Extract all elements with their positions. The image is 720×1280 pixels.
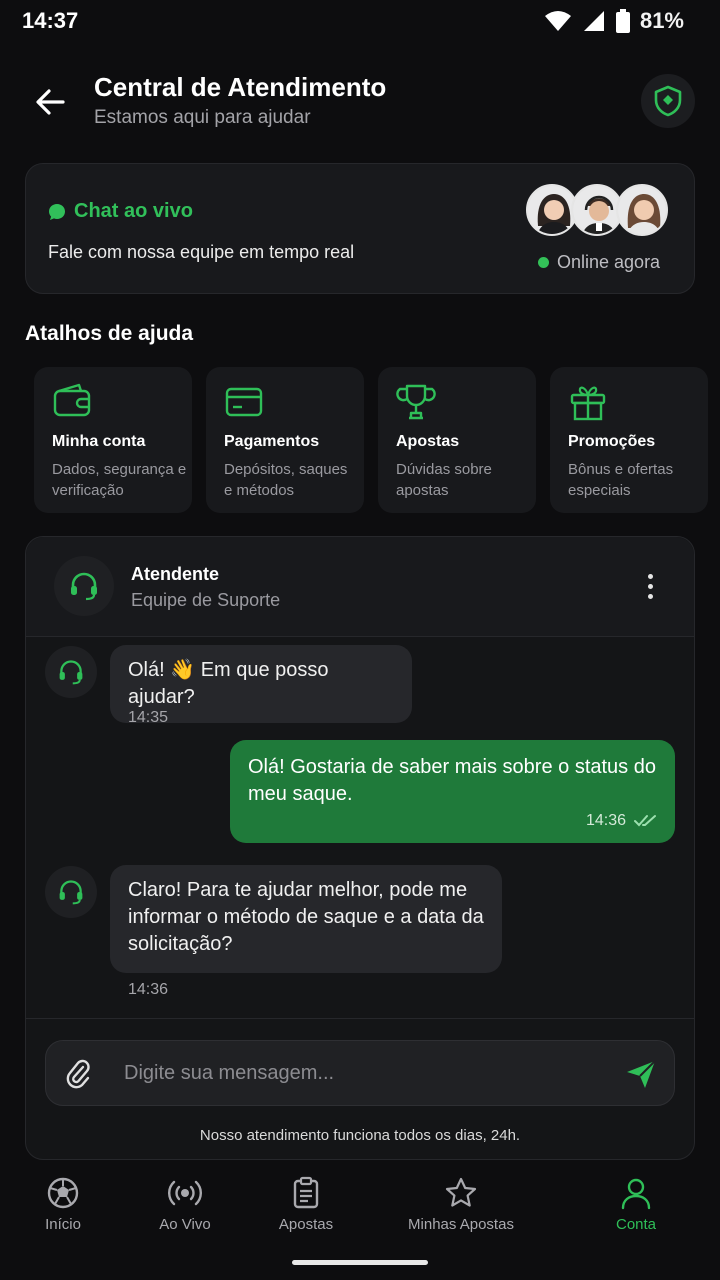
- home-indicator[interactable]: [292, 1260, 428, 1265]
- dot-icon: [647, 573, 653, 579]
- send-button[interactable]: [622, 1055, 660, 1093]
- live-chat-title: Chat ao vivo: [48, 200, 193, 223]
- shortcut-pagamentos[interactable]: Pagamentos Depósitos, saques e métodos: [206, 367, 364, 513]
- agent-avatar: [54, 556, 114, 616]
- nav-item-minhas-apostas[interactable]: Minhas Apostas: [400, 1176, 522, 1233]
- headset-icon: [59, 880, 83, 905]
- agent-role: Equipe de Suporte: [131, 590, 281, 610]
- more-options-button[interactable]: [636, 568, 664, 604]
- chat-bubble-icon: [49, 203, 65, 220]
- page-title: Central de Atendimento: [94, 72, 387, 102]
- double-check-icon: [634, 815, 657, 827]
- shield-icon: [654, 85, 682, 117]
- soccer-ball-icon: [47, 1177, 79, 1209]
- nav-label: Apostas: [278, 1216, 334, 1233]
- agent-avatars: [526, 184, 668, 236]
- message-text: Olá! Gostaria de saber mais sobre o stat…: [248, 756, 656, 805]
- card-icon: [225, 387, 263, 417]
- clipboard-icon: [293, 1176, 319, 1209]
- live-chat-title-text: Chat ao vivo: [74, 200, 193, 222]
- trophy-icon: [396, 384, 436, 420]
- shortcut-title: Pagamentos: [224, 433, 320, 450]
- message-input[interactable]: [124, 1041, 604, 1105]
- broadcast-icon: [168, 1180, 202, 1206]
- shortcut-title: Promoções: [568, 433, 656, 450]
- star-icon: [445, 1177, 477, 1207]
- shortcut-desc: Dados, segurança e verificação: [52, 461, 187, 499]
- divider: [26, 1018, 694, 1019]
- headset-icon: [71, 572, 97, 601]
- message-time: 14:35: [128, 709, 169, 726]
- online-dot-icon: [538, 257, 549, 268]
- wallet-icon: [53, 383, 91, 417]
- shortcut-apostas[interactable]: Apostas Dúvidas sobre apostas: [378, 367, 536, 513]
- chat-header: [26, 537, 694, 637]
- nav-label: Ao Vivo: [159, 1216, 211, 1233]
- paperclip-icon: [66, 1059, 90, 1089]
- user-icon: [621, 1178, 651, 1210]
- status-icons: 81%: [544, 8, 684, 34]
- avatar: [616, 184, 668, 236]
- shortcut-minha-conta[interactable]: Minha conta Dados, segurança e verificaç…: [34, 367, 192, 513]
- cellular-signal-icon: [583, 11, 604, 31]
- gift-icon: [570, 386, 606, 421]
- online-status: Online agora: [538, 252, 660, 273]
- agent-name: Atendente: [131, 564, 220, 584]
- online-status-text: Online agora: [557, 252, 661, 272]
- shortcut-title: Minha conta: [52, 433, 146, 450]
- battery-percent: 81%: [639, 8, 684, 33]
- nav-item-apostas[interactable]: Apostas: [272, 1176, 340, 1233]
- wifi-icon: [544, 11, 571, 31]
- shortcut-desc: Dúvidas sobre apostas: [396, 461, 492, 499]
- message-composer: [45, 1040, 675, 1106]
- shortcut-desc: Bônus e ofertas especiais: [568, 461, 674, 499]
- battery-icon: [615, 9, 630, 33]
- security-button[interactable]: [641, 74, 695, 128]
- live-chat-description: Fale com nossa equipe em tempo real: [48, 242, 355, 262]
- send-icon: [627, 1060, 656, 1088]
- nav-label: Início: [45, 1216, 81, 1233]
- shortcut-promocoes[interactable]: Promoções Bônus e ofertas especiais: [550, 367, 708, 513]
- message-time: 14:36: [128, 981, 169, 998]
- arrow-left-icon: [36, 89, 65, 115]
- nav-item-ao-vivo[interactable]: Ao Vivo: [152, 1176, 218, 1233]
- message-time: 14:36: [586, 812, 627, 829]
- message-meta: 14:36: [586, 812, 658, 830]
- app-screen: 14:37 81% Central de Atendimento Estamos…: [0, 0, 720, 1280]
- headset-icon: [59, 660, 83, 685]
- message-bubble-agent: Claro! Para te ajudar melhor, pode me in…: [110, 865, 502, 973]
- support-hours-note: Nosso atendimento funciona todos os dias…: [199, 1127, 521, 1144]
- nav-item-inicio[interactable]: Início: [38, 1176, 88, 1233]
- nav-item-conta[interactable]: Conta: [610, 1176, 662, 1233]
- shortcut-title: Apostas: [396, 433, 460, 450]
- agent-mini-avatar: [45, 646, 97, 698]
- page-subtitle: Estamos aqui para ajudar: [94, 107, 311, 128]
- nav-label: Conta: [615, 1216, 657, 1233]
- dot-icon: [647, 583, 653, 589]
- nav-label: Minhas Apostas: [408, 1216, 514, 1233]
- agent-mini-avatar: [45, 866, 97, 918]
- attach-button[interactable]: [60, 1055, 98, 1093]
- back-button[interactable]: [30, 82, 70, 122]
- status-time: 14:37: [22, 8, 79, 33]
- shortcut-desc: Depósitos, saques e métodos: [224, 461, 348, 499]
- shortcuts-title: Atalhos de ajuda: [25, 322, 194, 345]
- dot-icon: [647, 593, 653, 599]
